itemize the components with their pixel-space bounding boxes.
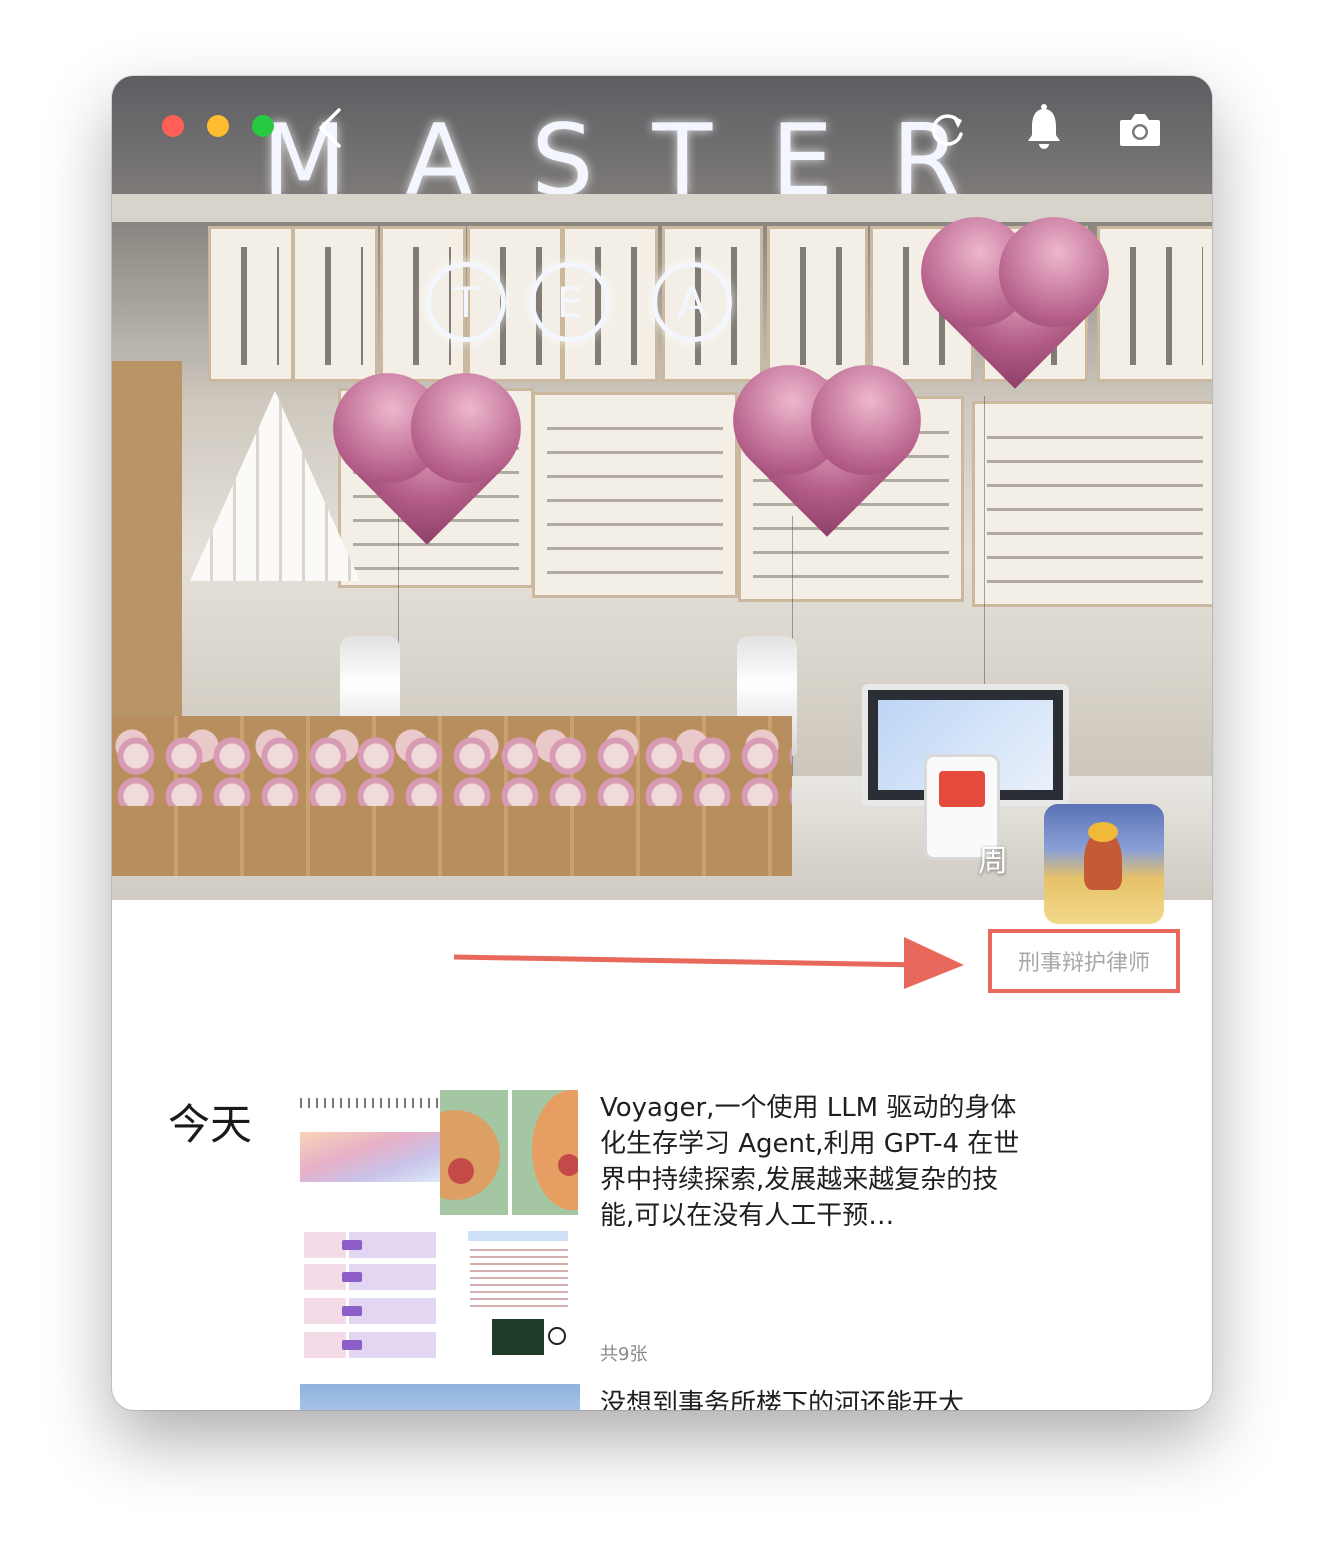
menu-panel (208, 226, 294, 382)
close-button[interactable] (162, 115, 184, 137)
moments-window: M A S T E R T E A 周 刑事辩护律师 今天 Voyager,一个… (112, 76, 1212, 1410)
notification-button[interactable] (1022, 102, 1066, 152)
image-count: 共9张 (600, 1344, 648, 1365)
avatar[interactable] (1044, 804, 1164, 924)
post-image[interactable] (440, 1215, 578, 1368)
refresh-icon (931, 114, 963, 146)
menu-board (972, 401, 1212, 607)
post-image[interactable] (300, 1090, 440, 1220)
bell-icon (1028, 104, 1060, 149)
tea-badge: E (530, 262, 610, 342)
tea-badge: T (426, 262, 506, 342)
zoom-button[interactable] (252, 115, 274, 137)
tea-badge: A (652, 262, 732, 342)
chevron-left-icon (319, 108, 341, 148)
cover-photo[interactable]: M A S T E R T E A (112, 76, 1212, 900)
post-text[interactable]: Voyager,一个使用 LLM 驱动的身体化生存学习 Agent,利用 GPT… (600, 1090, 1020, 1234)
refresh-button[interactable] (926, 108, 970, 152)
post-image[interactable] (300, 1384, 580, 1410)
post-image[interactable] (300, 1220, 440, 1368)
annotation-arrow (453, 937, 964, 989)
menu-panel (767, 226, 868, 382)
section-date: 今天 (168, 1100, 253, 1149)
back-button[interactable] (312, 106, 348, 150)
menu-panel (1097, 226, 1212, 382)
minimize-button[interactable] (207, 115, 229, 137)
post-text[interactable]: 没想到事务所楼下的河还能开大 (600, 1386, 1020, 1410)
menu-board (532, 392, 738, 598)
flowers (112, 736, 792, 806)
camera-button[interactable] (1116, 110, 1164, 150)
profile-bio: 刑事辩护律师 (1017, 951, 1150, 976)
menu-panel (292, 226, 378, 382)
post-image[interactable] (440, 1090, 578, 1215)
bio-highlight-box: 刑事辩护律师 (988, 929, 1180, 993)
profile-name[interactable]: 周 (978, 836, 1008, 880)
camera-icon (1120, 114, 1160, 146)
